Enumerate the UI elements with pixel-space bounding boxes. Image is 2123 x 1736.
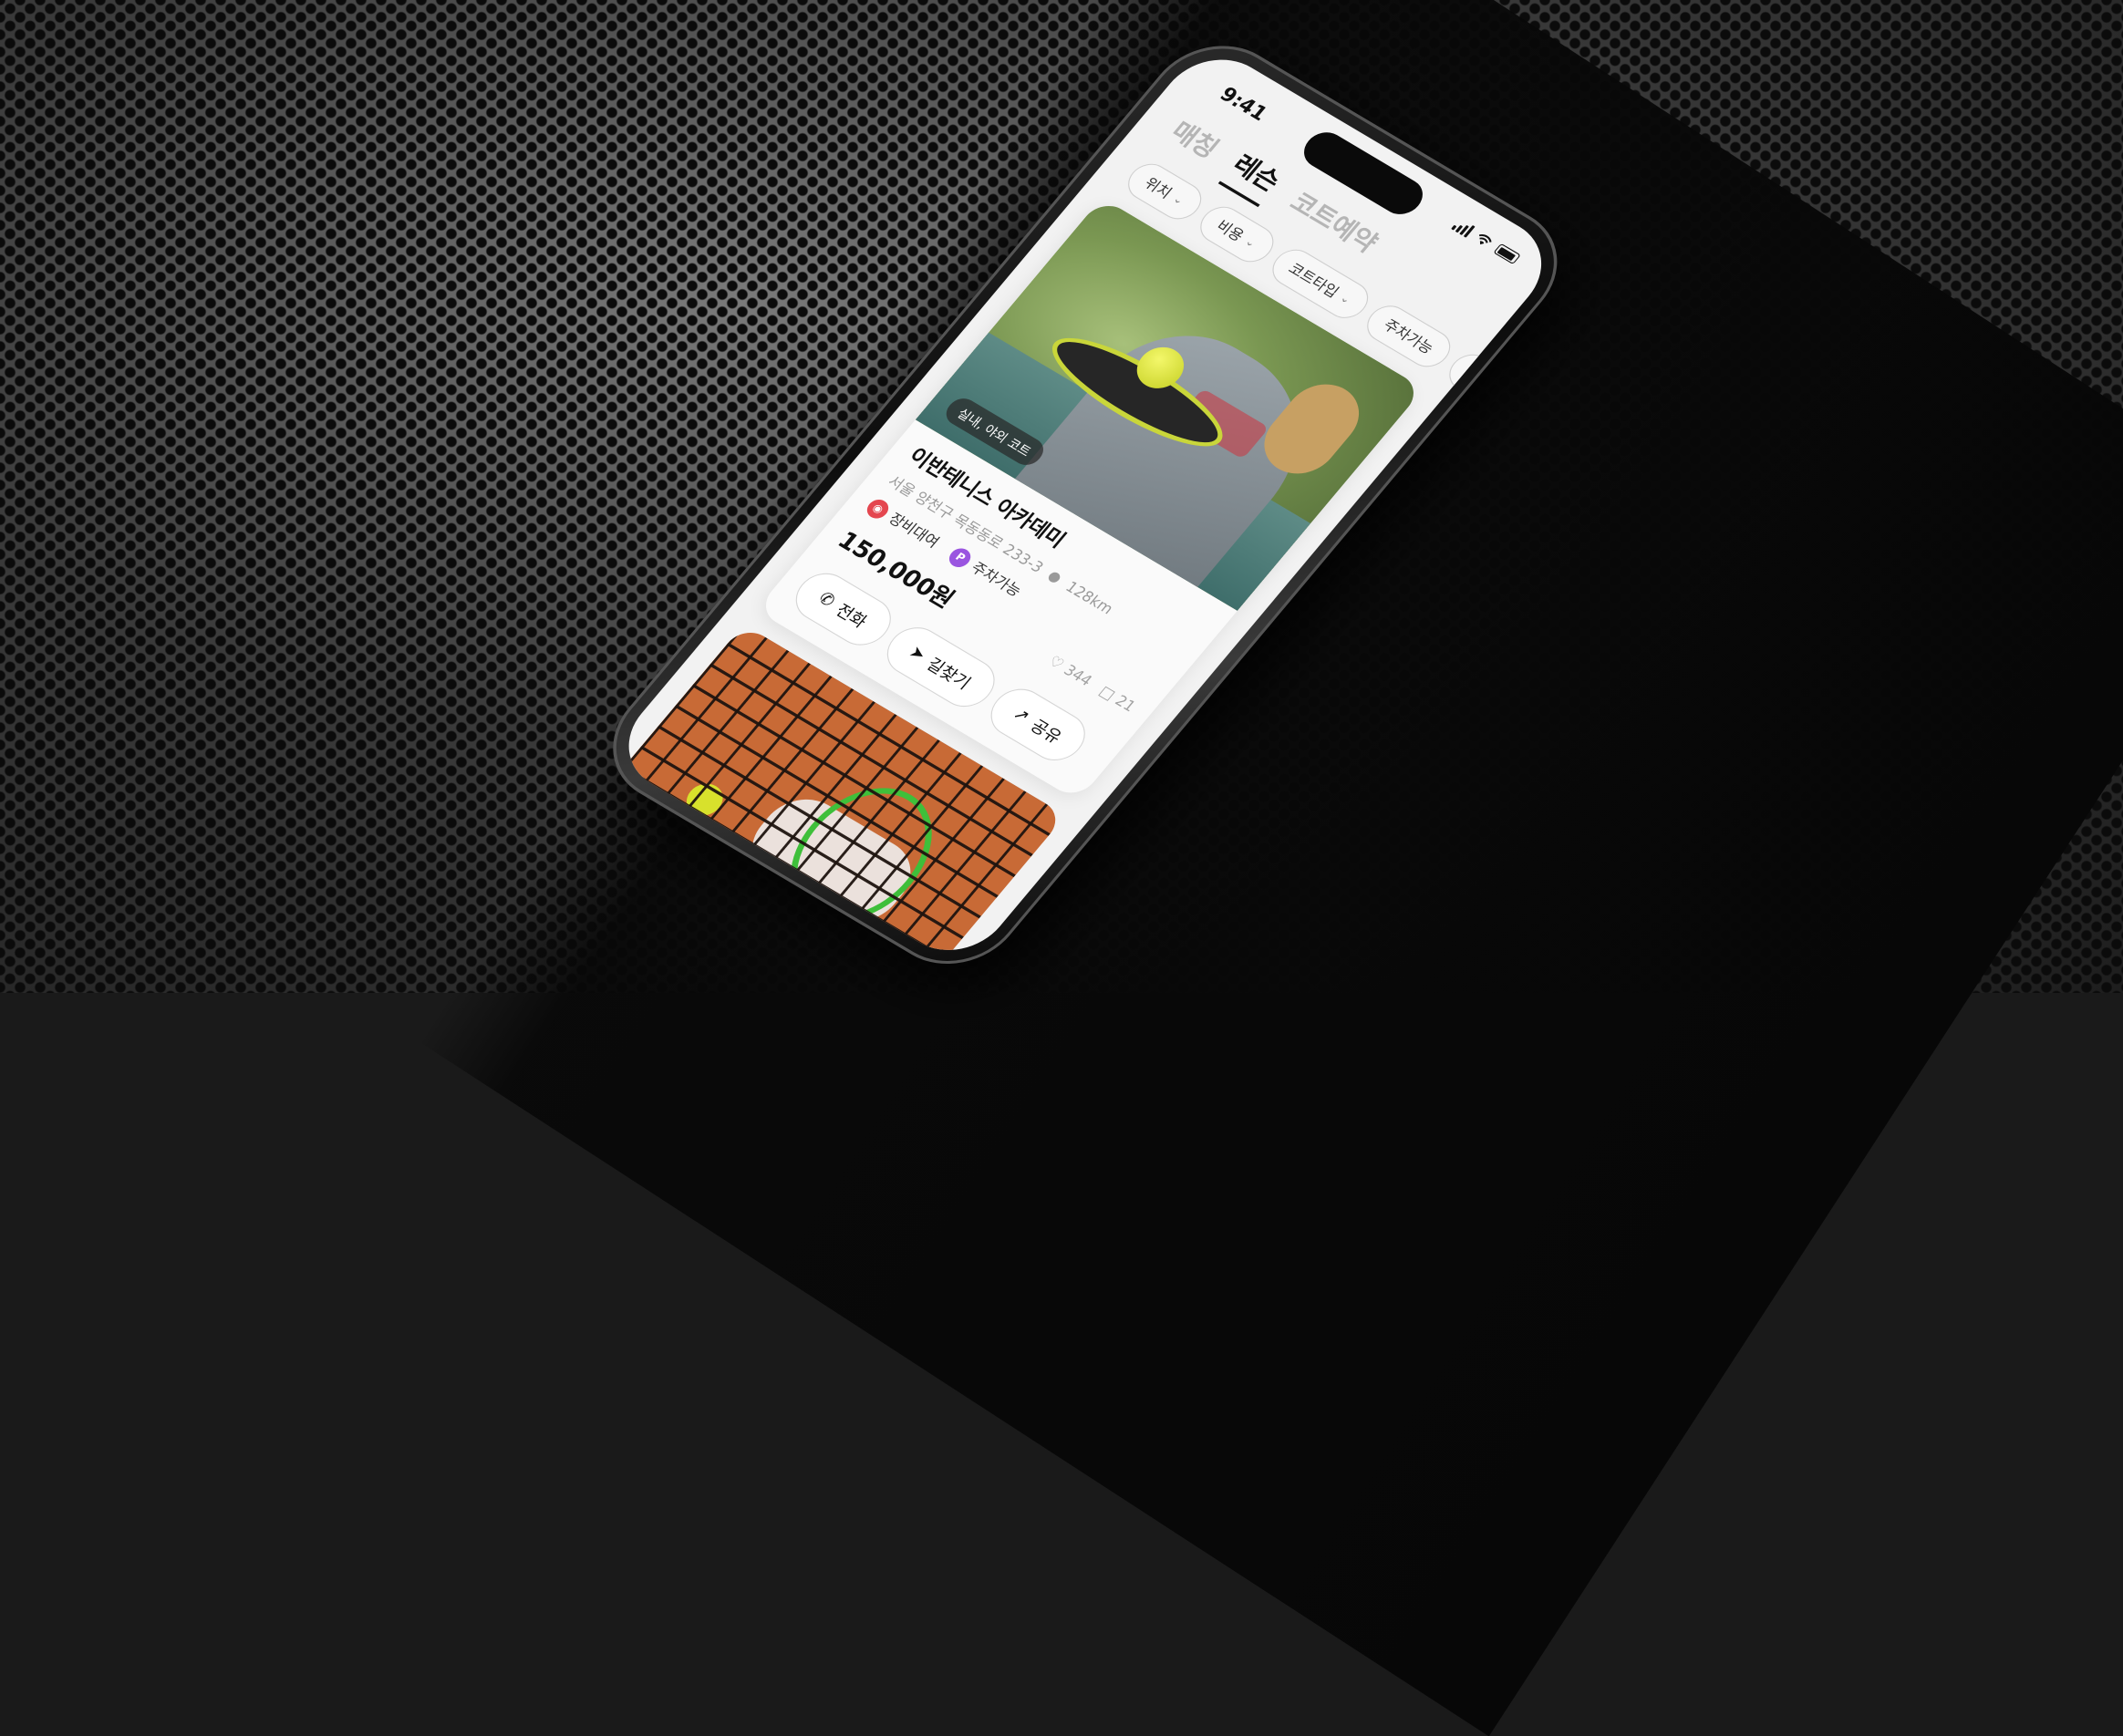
status-icons [1451, 218, 1522, 265]
phone-icon: ✆ [813, 587, 840, 611]
filter-court-type-label: 코트타입 [1284, 259, 1343, 302]
racket-tag-icon: ◉ [863, 495, 894, 522]
comments-stat[interactable]: □ 21 [1096, 682, 1140, 715]
filter-location-label: 위치 [1140, 174, 1175, 202]
battery-icon [1493, 243, 1521, 265]
navigation-arrow-icon: ➤ [905, 642, 931, 666]
chevron-down-icon: ⌄ [1170, 191, 1187, 208]
status-time: 9:41 [1215, 81, 1273, 126]
comments-count: 21 [1112, 691, 1140, 716]
tab-lesson[interactable]: 레슨 [1217, 145, 1290, 207]
filter-cost-label: 비용 [1212, 216, 1248, 245]
signal-icon [1451, 218, 1476, 238]
location-pin-icon: ● [1044, 567, 1066, 586]
chevron-down-icon: ⌄ [1242, 234, 1259, 251]
wifi-icon [1478, 234, 1492, 245]
likes-count: 344 [1060, 660, 1097, 689]
chevron-down-icon: ⌄ [1337, 291, 1354, 306]
directions-button-label: 길찾기 [922, 655, 975, 694]
filter-parking-label: 주차가능 [1379, 315, 1438, 358]
share-button-label: 공유 [1025, 716, 1066, 749]
tab-matching[interactable]: 매칭 [1158, 112, 1227, 171]
likes-stat[interactable]: ♡ 344 [1045, 652, 1096, 689]
call-button-label: 전화 [831, 601, 871, 633]
parking-icon: P [945, 544, 976, 571]
share-icon: ↗ [1009, 703, 1035, 727]
